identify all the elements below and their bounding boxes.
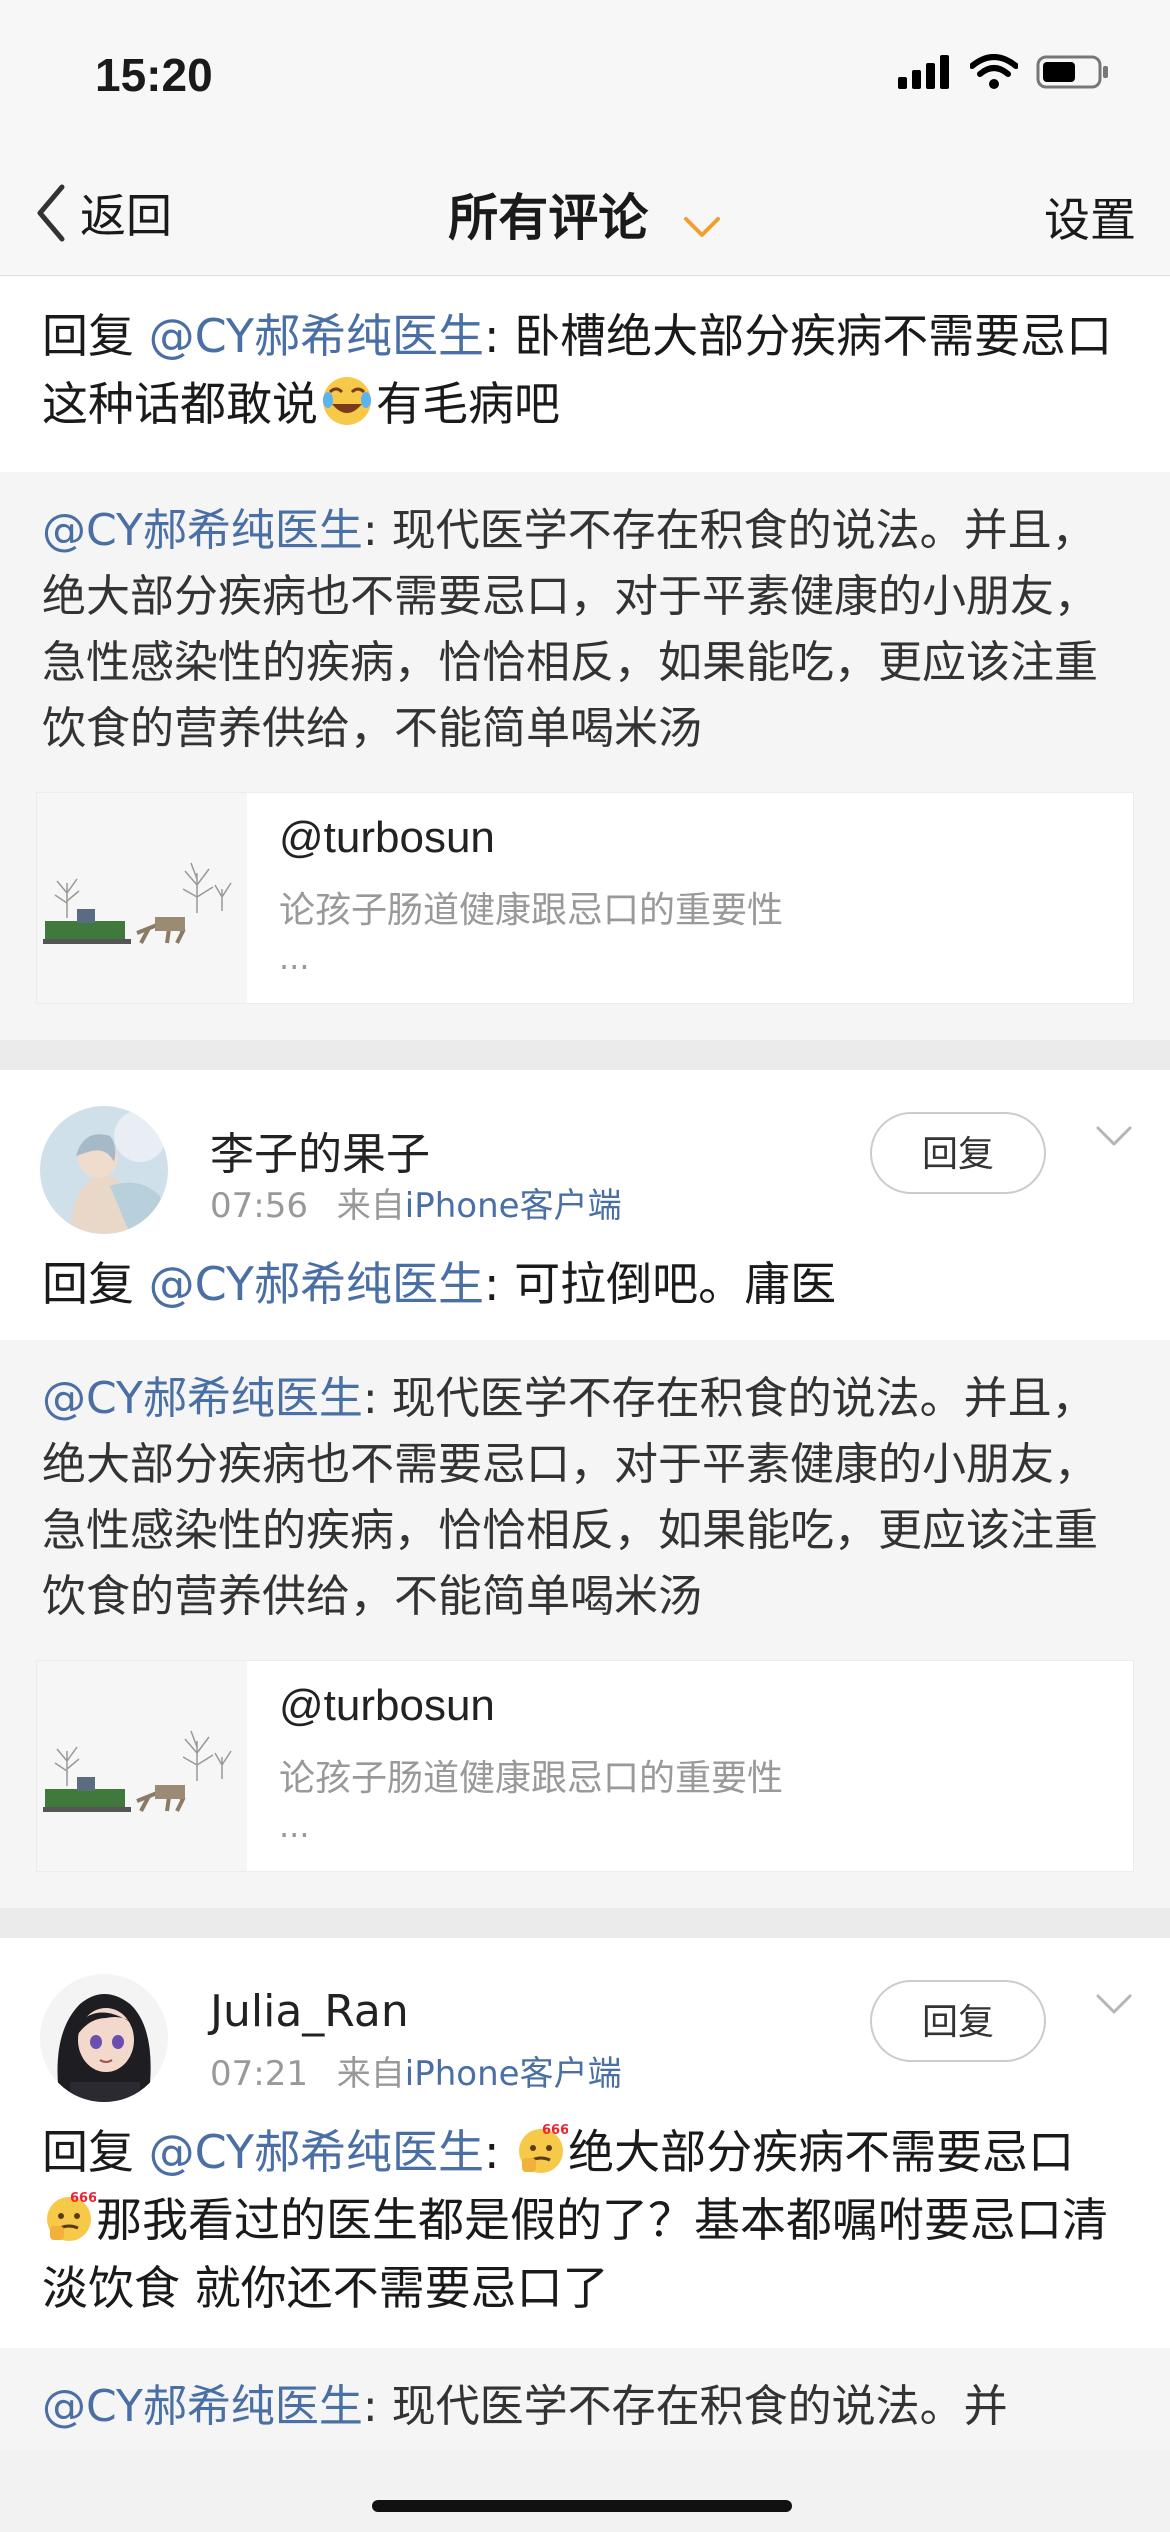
comment-meta: 07:21 来自iPhone客户端 (210, 2046, 622, 2095)
username[interactable]: 李子的果子 (210, 1118, 430, 1182)
chevron-down-icon[interactable] (1094, 1992, 1134, 2020)
quote-mention[interactable]: @CY郝希纯医生 (42, 505, 363, 556)
quoted-post[interactable]: @CY郝希纯医生: 现代医学不存在积食的说法。并且，绝大部分疾病也不需要忌口，对… (0, 472, 1170, 792)
reply-prefix: 回复 (42, 2125, 149, 2179)
article-ellipsis: ... (279, 1807, 310, 1845)
comment-list: 回复 @CY郝希纯医生: 卧槽绝大部分疾病不需要忌口这种话都敢说 有毛病吧 @C… (0, 276, 1170, 2450)
page-title: 所有评论 (448, 189, 649, 247)
source-prefix: 来自 (336, 1186, 405, 1226)
article-author: @turbosun (279, 1681, 495, 1730)
article-title: 论孩子肠道健康跟忌口的重要性 (279, 1758, 784, 1799)
comment-item: 回复 @CY郝希纯医生: 卧槽绝大部分疾病不需要忌口这种话都敢说 有毛病吧 @C… (0, 276, 1170, 1040)
comment-body: : 可拉倒吧。庸医 (484, 1257, 837, 1311)
comment-body-end: 那我看过的医生都是假的了？基本都嘱咐要忌口清淡饮食 就你还不需要忌口了 (42, 2193, 1108, 2315)
divider (0, 1040, 1170, 1070)
quote-mention[interactable]: @CY郝希纯医生 (42, 2381, 363, 2432)
comment-time: 07:56 (210, 1186, 308, 1226)
reply-button[interactable]: 回复 (870, 1112, 1046, 1194)
reply-prefix: 回复 (42, 309, 149, 363)
article-thumbnail (37, 793, 247, 1003)
comment-text: 回复 @CY郝希纯医生: 可拉倒吧。庸医 (0, 1250, 1170, 1340)
comment-item: 李子的果子 07:56 来自iPhone客户端 回复 回复 @CY郝希纯医生: … (0, 1070, 1170, 1908)
reply-button[interactable]: 回复 (870, 1980, 1046, 2062)
article-text: @turbosun 论孩子肠道健康跟忌口的重要性 ... (247, 793, 783, 1003)
chevron-down-icon (682, 193, 722, 251)
avatar[interactable] (40, 1106, 168, 1234)
article-author: @turbosun (279, 813, 495, 862)
mention-link[interactable]: @CY郝希纯医生 (149, 2125, 484, 2179)
reply-prefix: 回复 (42, 1257, 149, 1311)
mention-link[interactable]: @CY郝希纯医生 (149, 1257, 484, 1311)
mention-link[interactable]: @CY郝希纯医生 (149, 309, 484, 363)
divider (0, 1908, 1170, 1938)
comment-text: 回复 @CY郝希纯医生: 卧槽绝大部分疾病不需要忌口这种话都敢说 有毛病吧 (0, 276, 1170, 472)
comment-body-end: 有毛病吧 (376, 377, 560, 431)
quote-text: : 现代医学不存在积食的说法。并 (362, 2381, 1008, 2432)
article-text: @turbosun 论孩子肠道健康跟忌口的重要性 ... (247, 1661, 783, 1871)
quote-mention[interactable]: @CY郝希纯医生 (42, 1373, 363, 1424)
emoji-badge: 666 (542, 2123, 568, 2138)
comment-filter-dropdown[interactable]: 所有评论 (0, 178, 1170, 251)
comment-text: 回复 @CY郝希纯医生: 666 绝大部分疾病不需要忌口 666 那我看过的医生… (0, 2118, 1170, 2348)
avatar[interactable] (40, 1974, 168, 2102)
linked-article-card[interactable]: @turbosun 论孩子肠道健康跟忌口的重要性 ... (36, 792, 1134, 1004)
wifi-icon (970, 54, 1018, 89)
battery-icon (1036, 55, 1108, 89)
comment-body-mid: 绝大部分疾病不需要忌口 (568, 2125, 1075, 2179)
crying-laughing-emoji-icon (320, 374, 374, 446)
comment-item: Julia_Ran 07:21 来自iPhone客户端 回复 回复 @CY郝希纯… (0, 1938, 1170, 2450)
emoji-badge: 666 (70, 2191, 96, 2206)
source-prefix: 来自 (336, 2054, 405, 2094)
source-link[interactable]: iPhone客户端 (405, 2054, 622, 2094)
status-bar: 15:20 (0, 0, 1170, 140)
comment-header: 李子的果子 07:56 来自iPhone客户端 回复 (0, 1070, 1170, 1250)
article-ellipsis: ... (279, 939, 310, 977)
comment-header: Julia_Ran 07:21 来自iPhone客户端 回复 (0, 1938, 1170, 2118)
cellular-signal-icon (898, 55, 949, 89)
thinking-666-emoji-icon: 666 (42, 2190, 97, 2244)
settings-button[interactable]: 设置 (1044, 184, 1136, 250)
comment-body: : (484, 2125, 515, 2179)
nav-bar: 返回 所有评论 设置 (0, 140, 1170, 276)
article-title: 论孩子肠道健康跟忌口的重要性 (279, 890, 784, 931)
article-thumbnail (37, 1661, 247, 1871)
chevron-down-icon[interactable] (1094, 1124, 1134, 1152)
username[interactable]: Julia_Ran (210, 1986, 409, 2037)
status-icons (898, 54, 1110, 90)
comment-meta: 07:56 来自iPhone客户端 (210, 1178, 622, 1227)
home-indicator (372, 2500, 792, 2512)
quoted-post[interactable]: @CY郝希纯医生: 现代医学不存在积食的说法。并 (0, 2348, 1170, 2450)
status-time: 15:20 (95, 49, 213, 101)
thinking-666-emoji-icon: 666 (514, 2122, 569, 2176)
comment-time: 07:21 (210, 2054, 308, 2094)
source-link[interactable]: iPhone客户端 (405, 1186, 622, 1226)
quoted-post[interactable]: @CY郝希纯医生: 现代医学不存在积食的说法。并且，绝大部分疾病也不需要忌口，对… (0, 1340, 1170, 1660)
linked-article-card[interactable]: @turbosun 论孩子肠道健康跟忌口的重要性 ... (36, 1660, 1134, 1872)
